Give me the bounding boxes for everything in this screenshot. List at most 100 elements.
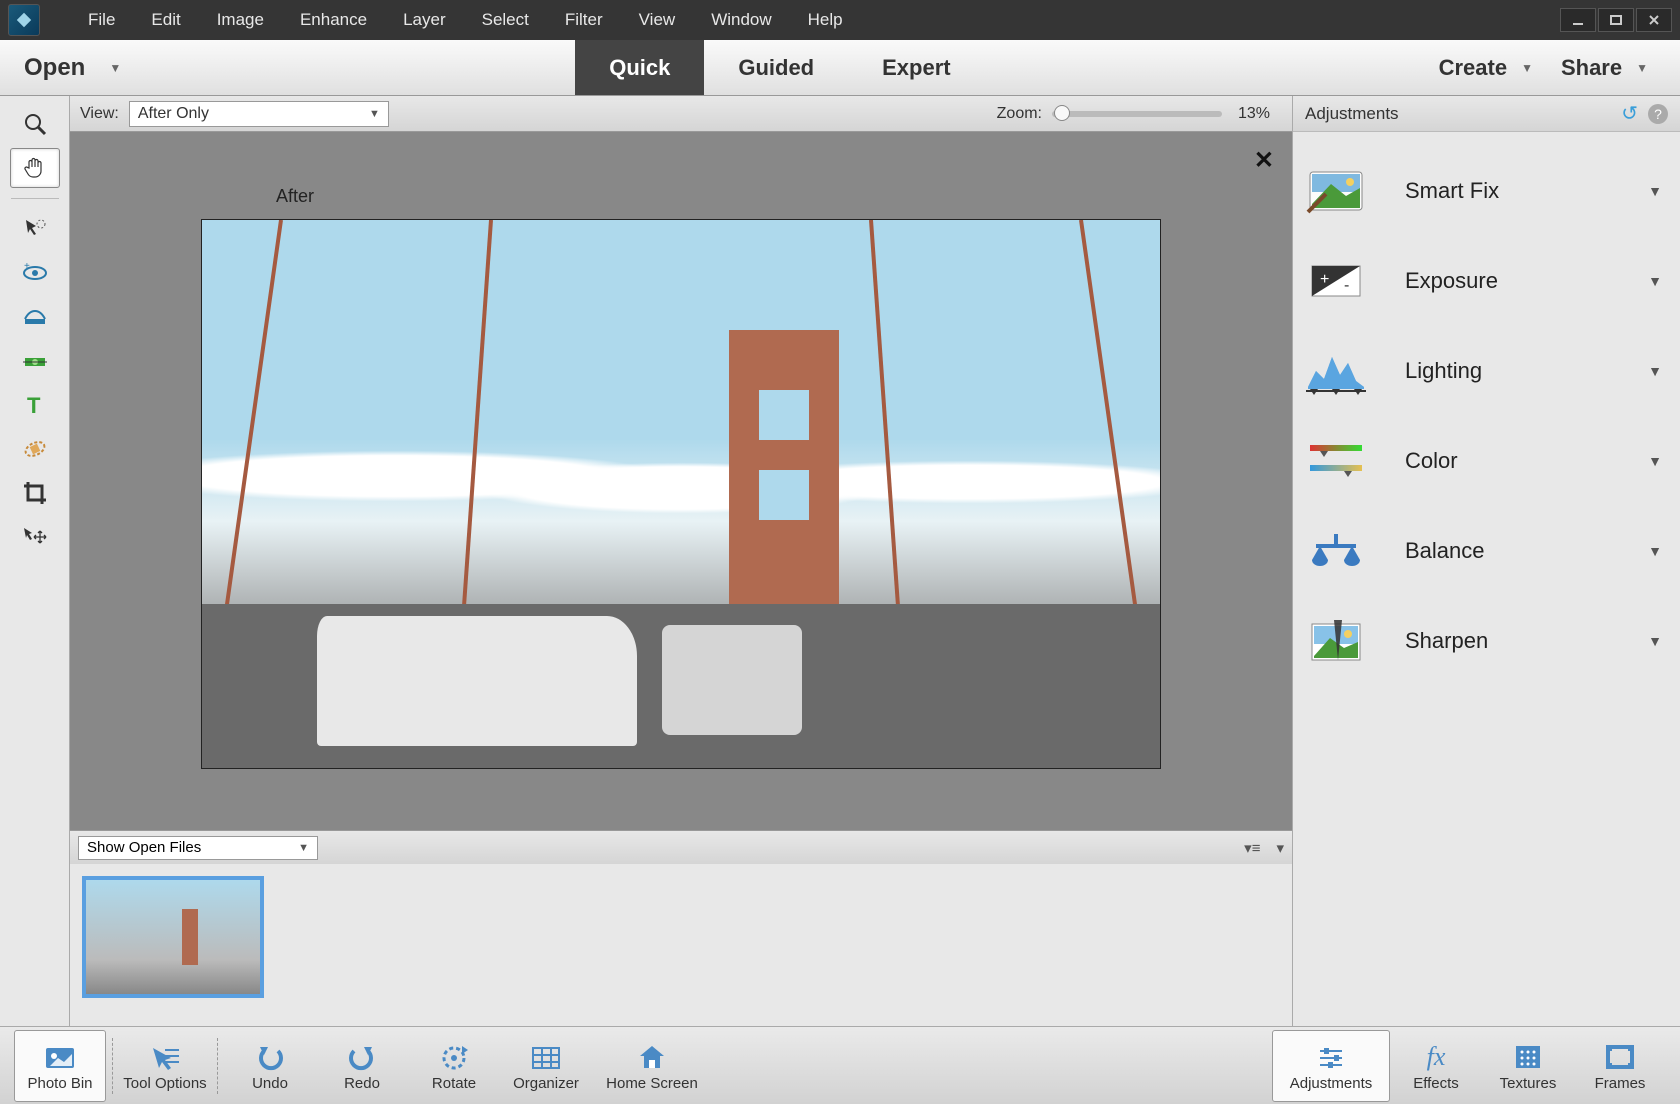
create-button[interactable]: Create ▼ bbox=[1425, 55, 1547, 81]
effects-button[interactable]: fx Effects bbox=[1390, 1030, 1482, 1102]
chevron-down-icon: ▼ bbox=[1648, 633, 1670, 649]
main-area: + T View: After Only ▼ Zoom: 13% ✕ After bbox=[0, 96, 1680, 1026]
textures-button[interactable]: Textures bbox=[1482, 1030, 1574, 1102]
maximize-button[interactable] bbox=[1598, 8, 1634, 32]
zoom-slider[interactable] bbox=[1052, 111, 1222, 117]
redo-button[interactable]: Redo bbox=[316, 1030, 408, 1102]
move-tool[interactable] bbox=[10, 517, 60, 557]
chevron-down-icon: ▼ bbox=[1648, 273, 1670, 289]
zoom-tool[interactable] bbox=[10, 104, 60, 144]
view-dropdown[interactable]: After Only ▼ bbox=[129, 101, 389, 127]
minimize-button[interactable] bbox=[1560, 8, 1596, 32]
menu-help[interactable]: Help bbox=[790, 0, 861, 40]
effects-icon: fx bbox=[1427, 1039, 1446, 1075]
label: Home Screen bbox=[606, 1075, 698, 1092]
share-label: Share bbox=[1561, 55, 1622, 81]
chevron-down-icon: ▼ bbox=[1521, 61, 1533, 75]
rotate-button[interactable]: Rotate bbox=[408, 1030, 500, 1102]
svg-text:-: - bbox=[1344, 277, 1349, 294]
menu-file[interactable]: File bbox=[70, 0, 133, 40]
bin-chevron-icon[interactable]: ▾ bbox=[1276, 839, 1284, 857]
crop-tool[interactable] bbox=[10, 473, 60, 513]
undo-button[interactable]: Undo bbox=[224, 1030, 316, 1102]
tab-quick[interactable]: Quick bbox=[575, 40, 704, 95]
adj-smart-fix[interactable]: Smart Fix ▼ bbox=[1303, 146, 1670, 236]
zoom-value: 13% bbox=[1238, 105, 1282, 123]
menu-enhance[interactable]: Enhance bbox=[282, 0, 385, 40]
photo-bin-icon bbox=[44, 1039, 76, 1075]
svg-text:+: + bbox=[24, 263, 30, 272]
adjustments-header: Adjustments ↺ ? bbox=[1293, 96, 1680, 132]
adj-balance[interactable]: Balance ▼ bbox=[1303, 506, 1670, 596]
home-screen-button[interactable]: Home Screen bbox=[592, 1030, 712, 1102]
tab-guided[interactable]: Guided bbox=[704, 40, 848, 95]
photo-thumbnail[interactable] bbox=[82, 876, 264, 998]
tab-expert[interactable]: Expert bbox=[848, 40, 984, 95]
menu-edit[interactable]: Edit bbox=[133, 0, 198, 40]
document-image[interactable] bbox=[201, 219, 1161, 769]
open-label: Open bbox=[24, 54, 85, 82]
reset-icon[interactable]: ↺ bbox=[1621, 101, 1638, 126]
right-panel: Adjustments ↺ ? Smart Fix ▼ +- Exposure … bbox=[1292, 96, 1680, 1026]
spot-heal-tool[interactable] bbox=[10, 429, 60, 469]
menu-image[interactable]: Image bbox=[199, 0, 282, 40]
adj-label: Exposure bbox=[1405, 268, 1648, 294]
chevron-down-icon: ▼ bbox=[298, 842, 309, 854]
straighten-tool[interactable] bbox=[10, 341, 60, 381]
slider-thumb[interactable] bbox=[1054, 105, 1070, 121]
exposure-icon: +- bbox=[1303, 253, 1369, 309]
menu-select[interactable]: Select bbox=[464, 0, 547, 40]
label: Tool Options bbox=[123, 1075, 206, 1092]
chevron-down-icon: ▼ bbox=[1648, 453, 1670, 469]
menu-window[interactable]: Window bbox=[693, 0, 789, 40]
hand-tool[interactable] bbox=[10, 148, 60, 188]
photo-bin-button[interactable]: Photo Bin bbox=[14, 1030, 106, 1102]
tool-options-button[interactable]: Tool Options bbox=[119, 1030, 211, 1102]
menu-bar: File Edit Image Enhance Layer Select Fil… bbox=[0, 0, 1680, 40]
chevron-down-icon: ▼ bbox=[369, 108, 380, 120]
label: Organizer bbox=[513, 1075, 579, 1092]
photo-bin-area bbox=[70, 864, 1292, 1026]
menu-filter[interactable]: Filter bbox=[547, 0, 621, 40]
open-button[interactable]: Open ▼ bbox=[0, 54, 135, 82]
menu-view[interactable]: View bbox=[621, 0, 694, 40]
close-button[interactable] bbox=[1636, 8, 1672, 32]
home-icon bbox=[637, 1039, 667, 1075]
textures-icon bbox=[1514, 1039, 1542, 1075]
organizer-button[interactable]: Organizer bbox=[500, 1030, 592, 1102]
help-icon[interactable]: ? bbox=[1648, 104, 1668, 124]
close-document-button[interactable]: ✕ bbox=[1254, 146, 1274, 175]
eye-tool[interactable]: + bbox=[10, 253, 60, 293]
whiten-teeth-tool[interactable] bbox=[10, 297, 60, 337]
center-column: View: After Only ▼ Zoom: 13% ✕ After bbox=[70, 96, 1292, 1026]
quick-select-tool[interactable] bbox=[10, 209, 60, 249]
chevron-down-icon: ▼ bbox=[1648, 363, 1670, 379]
smart-fix-icon bbox=[1303, 163, 1369, 219]
create-label: Create bbox=[1439, 55, 1507, 81]
frames-icon bbox=[1606, 1039, 1634, 1075]
photo-bin-selected: Show Open Files bbox=[87, 839, 201, 856]
left-toolbar: + T bbox=[0, 96, 70, 1026]
chevron-down-icon: ▼ bbox=[109, 61, 121, 75]
label: Photo Bin bbox=[27, 1075, 92, 1092]
rotate-icon bbox=[438, 1039, 470, 1075]
adj-label: Lighting bbox=[1405, 358, 1648, 384]
adjustments-button[interactable]: Adjustments bbox=[1272, 1030, 1390, 1102]
redo-icon bbox=[346, 1039, 378, 1075]
adjustments-list: Smart Fix ▼ +- Exposure ▼ Lighting ▼ Col… bbox=[1293, 132, 1680, 700]
svg-text:+: + bbox=[1320, 271, 1329, 288]
share-button[interactable]: Share ▼ bbox=[1547, 55, 1662, 81]
adj-exposure[interactable]: +- Exposure ▼ bbox=[1303, 236, 1670, 326]
photo-bin-dropdown[interactable]: Show Open Files ▼ bbox=[78, 836, 318, 860]
adj-color[interactable]: Color ▼ bbox=[1303, 416, 1670, 506]
type-tool[interactable]: T bbox=[10, 385, 60, 425]
menu-layer[interactable]: Layer bbox=[385, 0, 464, 40]
adj-sharpen[interactable]: Sharpen ▼ bbox=[1303, 596, 1670, 686]
adj-lighting[interactable]: Lighting ▼ bbox=[1303, 326, 1670, 416]
app-logo-icon bbox=[8, 4, 40, 36]
label: Adjustments bbox=[1290, 1075, 1373, 1092]
svg-text:T: T bbox=[27, 393, 41, 417]
frames-button[interactable]: Frames bbox=[1574, 1030, 1666, 1102]
bin-menu-icon[interactable]: ▾≡ bbox=[1244, 839, 1260, 857]
adj-label: Balance bbox=[1405, 538, 1648, 564]
